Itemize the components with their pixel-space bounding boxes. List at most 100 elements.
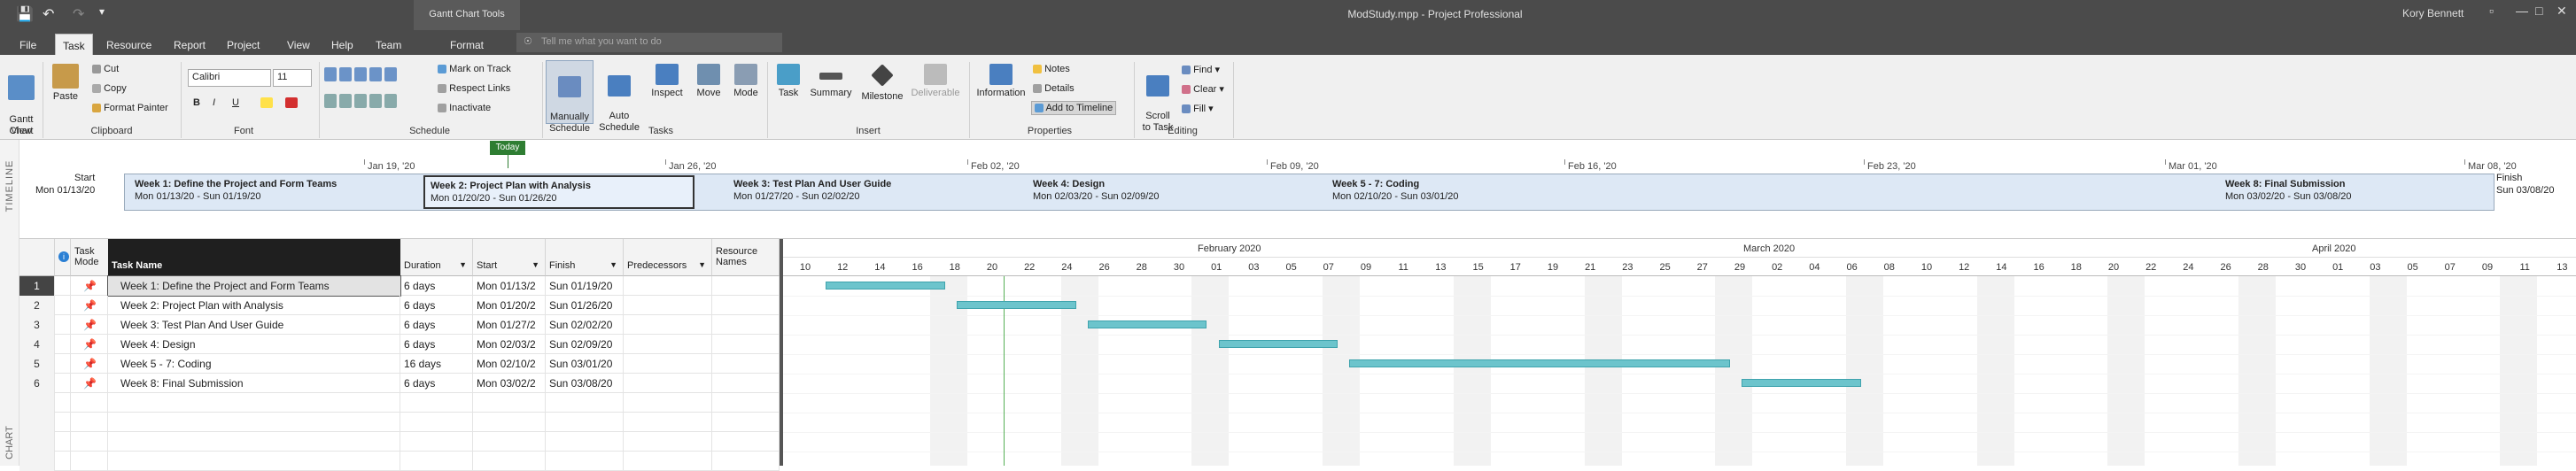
resource-names-cell[interactable] [712, 393, 780, 413]
respect-links-button[interactable]: Respect Links [438, 83, 510, 94]
tab-report[interactable]: Report [167, 34, 213, 55]
task-name-cell[interactable]: Week 8: Final Submission [108, 374, 400, 393]
font-size-select[interactable]: 11 [273, 69, 312, 87]
gantt-bar[interactable] [957, 301, 1076, 309]
table-row[interactable]: 3 📌 Week 3: Test Plan And User Guide 6 days… [19, 315, 780, 335]
duration-cell[interactable]: 6 days [400, 374, 473, 393]
maximize-icon[interactable]: □ [2535, 4, 2542, 18]
column-header-resource-names[interactable]: Resource Names [712, 239, 780, 276]
timeline-task[interactable]: Week 1: Define the Project and Form Team… [129, 175, 395, 209]
predecessors-cell[interactable] [624, 374, 712, 393]
indicators-header[interactable]: i [55, 239, 71, 276]
task-name-cell[interactable] [108, 393, 400, 413]
duration-cell[interactable] [400, 432, 473, 452]
duration-cell[interactable]: 16 days [400, 354, 473, 374]
task-mode-cell[interactable]: 📌 [71, 374, 108, 393]
table-row[interactable]: 6 📌 Week 8: Final Submission 6 days Mon 03/0… [19, 374, 780, 393]
mark-on-track-button[interactable]: Mark on Track [438, 64, 511, 74]
predecessors-cell[interactable] [624, 432, 712, 452]
row-number[interactable]: 1 [19, 276, 55, 296]
column-header-predecessors[interactable]: Predecessors ▼ [624, 239, 712, 276]
table-row[interactable] [19, 452, 780, 471]
task-mode-cell[interactable]: 📌 [71, 296, 108, 315]
task-mode-cell[interactable]: 📌 [71, 335, 108, 354]
resource-names-cell[interactable] [712, 374, 780, 393]
customize-toolbar-icon[interactable]: ▾ [99, 5, 105, 18]
column-header-duration[interactable]: Duration ▼ [400, 239, 473, 276]
filter-dropdown-icon[interactable]: ▼ [459, 260, 467, 269]
resource-names-cell[interactable] [712, 315, 780, 335]
row-number[interactable] [19, 452, 55, 471]
table-row[interactable]: 2 📌 Week 2: Project Plan with Analysis 6 da… [19, 296, 780, 315]
duration-cell[interactable]: 6 days [400, 315, 473, 335]
tab-project[interactable]: Project [220, 34, 267, 55]
start-cell[interactable] [473, 432, 546, 452]
tab-file[interactable]: File [12, 34, 43, 55]
add-to-timeline-button[interactable]: Add to Timeline [1031, 101, 1117, 115]
task-name-cell[interactable]: Week 3: Test Plan And User Guide [108, 315, 400, 335]
predecessors-cell[interactable] [624, 315, 712, 335]
task-name-cell[interactable] [108, 432, 400, 452]
gantt-bar[interactable] [1349, 359, 1731, 367]
gantt-bar[interactable] [826, 282, 945, 290]
font-family-select[interactable]: Calibri [188, 69, 271, 87]
start-cell[interactable] [473, 452, 546, 471]
finish-cell[interactable]: Sun 01/19/20 [546, 276, 624, 296]
duration-cell[interactable]: 6 days [400, 296, 473, 315]
resource-names-cell[interactable] [712, 276, 780, 296]
timeline-task[interactable]: Week 2: Project Plan with Analysis Mon 01… [423, 175, 694, 209]
gantt-bar[interactable] [1742, 379, 1861, 387]
mode-button[interactable]: Mode [728, 64, 764, 99]
select-all-corner[interactable] [19, 239, 55, 276]
duration-cell[interactable] [400, 413, 473, 432]
finish-cell[interactable] [546, 432, 624, 452]
user-name[interactable]: Kory Bennett [2402, 7, 2463, 19]
ribbon-options-icon[interactable]: ▫ [2489, 4, 2494, 18]
redo-icon[interactable]: ↷ [73, 5, 84, 23]
task-name-cell[interactable]: Week 2: Project Plan with Analysis [108, 296, 400, 315]
resource-names-cell[interactable] [712, 354, 780, 374]
italic-button[interactable]: I [213, 97, 215, 108]
manually-schedule-button[interactable]: Manually Schedule [546, 60, 594, 134]
task-name-cell[interactable]: Week 4: Design [108, 335, 400, 354]
tab-help[interactable]: Help [324, 34, 361, 55]
start-cell[interactable]: Mon 01/27/2 [473, 315, 546, 335]
row-number[interactable]: 6 [19, 374, 55, 393]
tab-format[interactable]: Format [443, 30, 491, 55]
notes-button[interactable]: Notes [1033, 64, 1070, 74]
bold-button[interactable]: B [193, 97, 200, 108]
finish-cell[interactable]: Sun 03/08/20 [546, 374, 624, 393]
predecessors-cell[interactable] [624, 276, 712, 296]
fill-button[interactable]: Fill ▾ [1182, 103, 1214, 114]
start-cell[interactable]: Mon 01/13/2 [473, 276, 546, 296]
filter-dropdown-icon[interactable]: ▼ [698, 260, 706, 269]
tab-team[interactable]: Team [369, 34, 408, 55]
start-cell[interactable]: Mon 03/02/2 [473, 374, 546, 393]
table-row[interactable] [19, 413, 780, 432]
task-mode-cell[interactable] [71, 432, 108, 452]
save-icon[interactable]: 💾 [16, 5, 34, 23]
row-number[interactable] [19, 393, 55, 413]
predecessors-cell[interactable] [624, 354, 712, 374]
highlight-button[interactable] [260, 97, 273, 109]
details-button[interactable]: Details [1033, 83, 1075, 94]
tell-me-search[interactable]: ☉ Tell me what you want to do [516, 33, 782, 52]
resource-names-cell[interactable] [712, 296, 780, 315]
task-mode-cell[interactable]: 📌 [71, 315, 108, 335]
table-row[interactable] [19, 393, 780, 413]
task-mode-cell[interactable] [71, 393, 108, 413]
gantt-chart[interactable]: February 2020 March 2020 April 2020 10 12… [783, 239, 2576, 466]
task-mode-cell[interactable]: 📌 [71, 354, 108, 374]
close-icon[interactable]: ✕ [2557, 4, 2567, 19]
task-mode-cell[interactable] [71, 452, 108, 471]
task-grid[interactable]: i Task Mode Task Name▼ Duration▼ Start▼ … [19, 239, 780, 471]
gantt-bar[interactable] [1087, 320, 1207, 328]
timeline-task[interactable]: Week 5 - 7: Coding Mon 02/10/20 - Sun 03/… [1327, 175, 1858, 209]
task-name-cell[interactable]: Week 5 - 7: Coding [108, 354, 400, 374]
timeline-task[interactable]: Week 4: Design Mon 02/03/20 - Sun 02/09/2… [1028, 175, 1297, 209]
tab-view[interactable]: View [280, 34, 317, 55]
duration-cell[interactable] [400, 452, 473, 471]
undo-icon[interactable]: ↶ [43, 5, 54, 23]
row-number[interactable]: 2 [19, 296, 55, 315]
resource-names-cell[interactable] [712, 452, 780, 471]
